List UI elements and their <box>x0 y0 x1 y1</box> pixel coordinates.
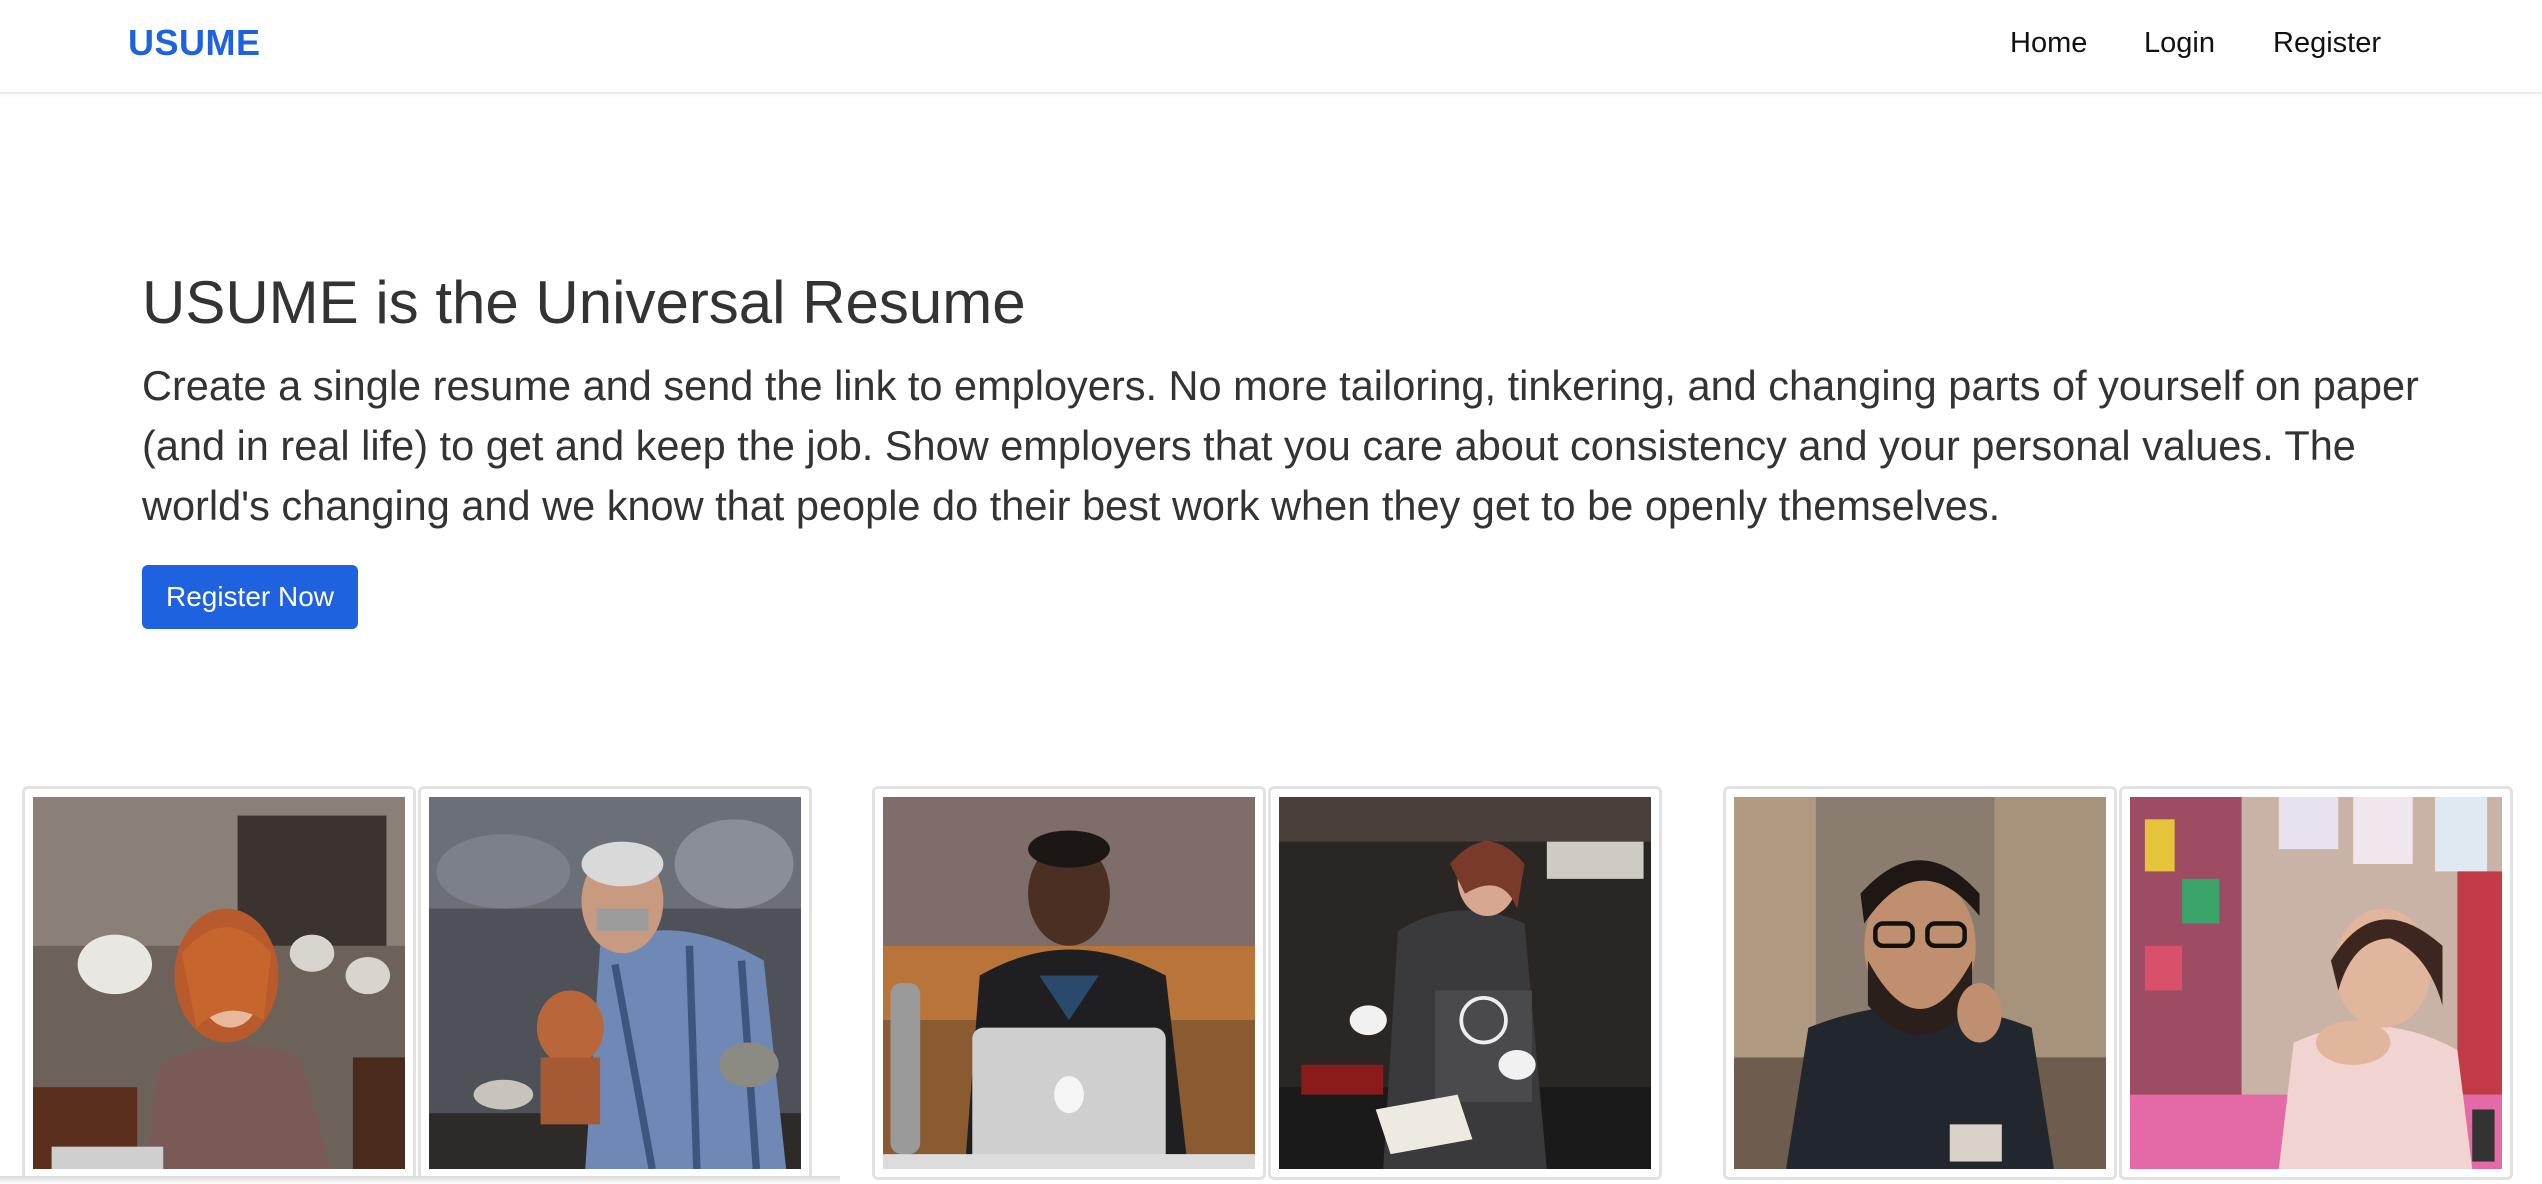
smiling-woman-photo <box>2130 797 2502 1169</box>
man-with-laptop-photo <box>883 797 1255 1169</box>
nav-link-login[interactable]: Login <box>2144 27 2215 60</box>
gallery-tile <box>418 786 812 1180</box>
hero-description: Create a single resume and send the link… <box>142 362 2419 529</box>
gallery-tile <box>1268 786 1662 1180</box>
coppersmith-photo <box>429 797 801 1169</box>
gallery-tile <box>1723 786 2117 1180</box>
divider <box>0 1176 840 1184</box>
nav-link-register[interactable]: Register <box>2273 27 2381 60</box>
brand-logo[interactable]: USUME <box>128 22 261 64</box>
gallery-tile <box>2119 786 2513 1180</box>
register-now-button[interactable]: Register Now <box>142 565 358 629</box>
hero-title: USUME is the Universal Resume <box>142 269 1026 336</box>
chef-in-apron-photo <box>1279 797 1651 1169</box>
gallery-tile <box>872 786 1266 1180</box>
nav-link-home[interactable]: Home <box>2010 27 2087 60</box>
man-with-glasses-photo <box>1734 797 2106 1169</box>
gallery-tile <box>22 786 416 1180</box>
woman-with-laptop-photo <box>33 797 405 1169</box>
navbar: USUME Home Login Register <box>0 0 2542 94</box>
